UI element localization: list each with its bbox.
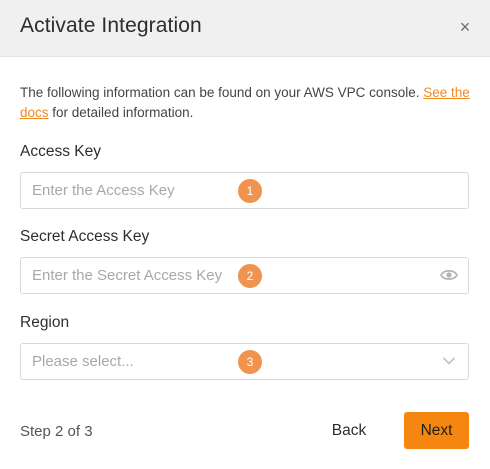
secret-access-key-placeholder: Enter the Secret Access Key [32, 267, 223, 284]
eye-icon[interactable] [440, 268, 458, 282]
access-key-input[interactable]: Enter the Access Key 1 [20, 172, 469, 209]
region-placeholder: Please select... [32, 353, 134, 370]
dialog-title: Activate Integration [20, 14, 202, 37]
step-badge-1: 1 [238, 179, 262, 203]
access-key-placeholder: Enter the Access Key [32, 182, 175, 199]
dialog-header: Activate Integration × [0, 0, 490, 57]
back-button[interactable]: Back [326, 414, 372, 448]
region-select[interactable]: Please select... 3 [20, 343, 469, 380]
step-indicator: Step 2 of 3 [20, 423, 93, 440]
step-badge-3: 3 [238, 350, 262, 374]
region-label: Region [20, 314, 70, 331]
intro-text-after: for detailed information. [48, 105, 194, 120]
intro-text-before: The following information can be found o… [20, 85, 424, 100]
access-key-label: Access Key [20, 143, 101, 160]
secret-access-key-input[interactable]: Enter the Secret Access Key 2 [20, 257, 469, 294]
next-button[interactable]: Next [404, 412, 469, 449]
close-icon[interactable]: × [456, 17, 474, 37]
secret-access-key-label: Secret Access Key [20, 228, 150, 245]
intro-text: The following information can be found o… [20, 83, 470, 123]
chevron-down-icon [442, 357, 456, 365]
step-badge-2: 2 [238, 264, 262, 288]
